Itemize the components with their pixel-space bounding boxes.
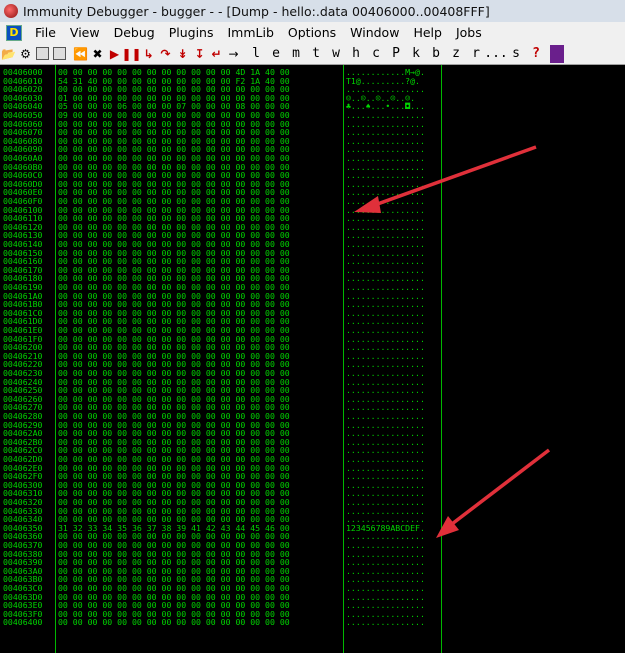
toolbar-memory-button[interactable]: m: [286, 45, 306, 63]
column-divider: [441, 65, 442, 653]
step-into-icon[interactable]: ↳: [140, 45, 157, 63]
toolbar-help-button[interactable]: ?: [526, 45, 546, 63]
title-bar: Immunity Debugger - bugger - - [Dump - h…: [0, 0, 625, 23]
toolbar-patches-button[interactable]: P: [386, 45, 406, 63]
python-shell-icon[interactable]: ⚙: [17, 45, 34, 63]
column-divider: [55, 65, 56, 653]
toolbar-color-swatch: [550, 44, 564, 63]
trace-into-icon[interactable]: ↡: [174, 45, 191, 63]
toolbar-breakpoints-button[interactable]: b: [426, 45, 446, 63]
open-folder-icon[interactable]: 📂: [0, 45, 17, 63]
toolbar-runtrace-button[interactable]: ...: [484, 45, 507, 63]
toolbar: 📂 ⚙ ⏪ ✖ ▶ ❚❚ ↳ ↷ ↡ ↧ ↵ → l e m t w h c P…: [0, 43, 625, 65]
empty-pane: [444, 65, 625, 653]
menu-plugins[interactable]: Plugins: [162, 25, 221, 40]
toolbar-executables-button[interactable]: e: [266, 45, 286, 63]
menu-window[interactable]: Window: [343, 25, 406, 40]
goto-icon[interactable]: →: [225, 45, 242, 63]
toolbar-references-button[interactable]: r: [466, 45, 486, 63]
menu-bar: D File View Debug Plugins ImmLib Options…: [0, 22, 625, 44]
toolbar-threads-button[interactable]: t: [306, 45, 326, 63]
dump-pane[interactable]: 00406000 00 00 00 00 00 00 00 00 00 00 00…: [0, 65, 444, 653]
graph-icon[interactable]: [53, 47, 66, 60]
menu-help[interactable]: Help: [406, 25, 449, 40]
toolbar-callstack-button[interactable]: k: [406, 45, 426, 63]
app-bug-icon: [4, 4, 18, 18]
step-over-icon[interactable]: ↷: [157, 45, 174, 63]
menu-file[interactable]: File: [28, 25, 63, 40]
dump-ascii: ................: [346, 617, 425, 628]
toolbar-z-button[interactable]: z: [446, 45, 466, 63]
pycommands-icon[interactable]: [36, 47, 49, 60]
toolbar-windows-button[interactable]: w: [326, 45, 346, 63]
menu-immlib[interactable]: ImmLib: [220, 25, 280, 40]
toolbar-cpu-button[interactable]: c: [366, 45, 386, 63]
execute-till-return-icon[interactable]: ↵: [208, 45, 225, 63]
menu-view[interactable]: View: [63, 25, 107, 40]
menu-options[interactable]: Options: [281, 25, 343, 40]
toolbar-log-button[interactable]: l: [246, 45, 266, 63]
restart-icon[interactable]: ⏪: [72, 45, 89, 63]
menu-jobs[interactable]: Jobs: [449, 25, 489, 40]
toolbar-handles-button[interactable]: h: [346, 45, 366, 63]
dump-window-icon[interactable]: D: [6, 24, 22, 41]
column-divider: [343, 65, 344, 653]
menu-debug[interactable]: Debug: [107, 25, 162, 40]
run-icon[interactable]: ▶: [106, 45, 123, 63]
trace-over-icon[interactable]: ↧: [191, 45, 208, 63]
pause-icon[interactable]: ❚❚: [121, 45, 141, 63]
toolbar-source-button[interactable]: s: [506, 45, 526, 63]
window-title: Immunity Debugger - bugger - - [Dump - h…: [23, 3, 490, 19]
dump-hex: 00 00 00 00 00 00 00 00 00 00 00 00 00 0…: [58, 617, 290, 628]
dump-address: 00406400: [3, 617, 43, 628]
close-process-icon[interactable]: ✖: [89, 45, 106, 63]
